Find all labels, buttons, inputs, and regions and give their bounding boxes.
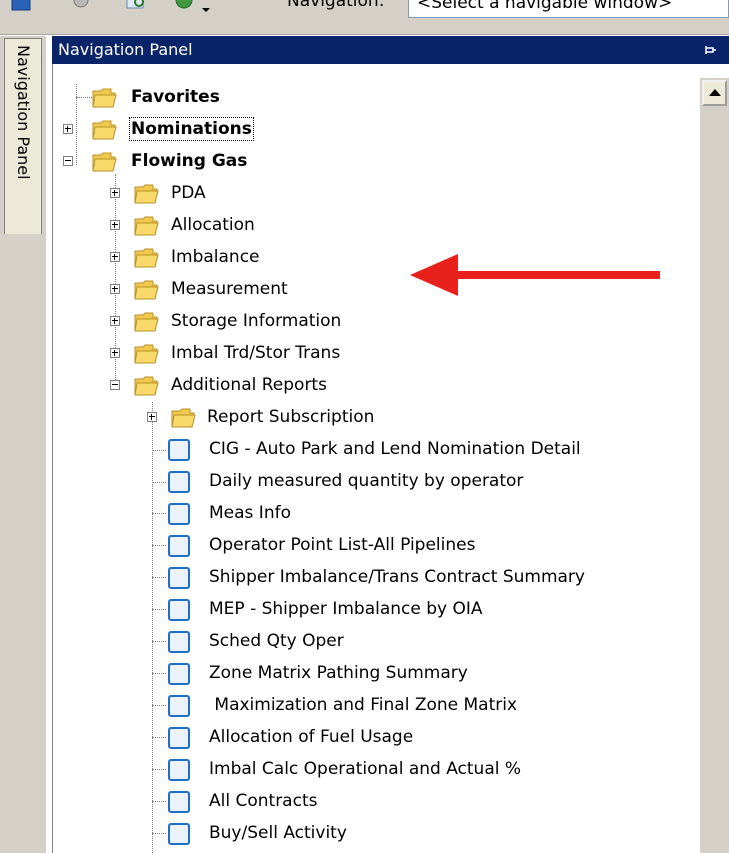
tree-item-label: PDA <box>171 183 206 203</box>
folder-icon <box>134 216 159 236</box>
tree-item-pda[interactable]: PDA <box>53 180 693 210</box>
search-icon[interactable] <box>125 0 147 14</box>
navigation-tree: Favorites Nominations Flowing Gas PDA Al… <box>52 64 729 853</box>
folder-icon <box>171 408 196 428</box>
report-item[interactable]: Sched Qty Oper <box>53 628 693 658</box>
red-arrow-annotation <box>410 254 660 296</box>
report-icon <box>168 823 190 845</box>
tree-item-label: Nominations <box>129 117 254 141</box>
report-item[interactable]: Maximization and Final Zone Matrix <box>53 692 693 722</box>
expand-toggle[interactable] <box>147 412 157 422</box>
report-item[interactable]: Shipper Imbalance/Trans Contract Summary <box>53 564 693 594</box>
report-icon <box>168 759 190 781</box>
globe-icon[interactable] <box>175 0 197 14</box>
report-label: CIG - Auto Park and Lend Nomination Deta… <box>209 439 581 459</box>
navigation-panel-tab[interactable]: Navigation Panel <box>4 38 42 234</box>
tree-item-storage-information[interactable]: Storage Information <box>53 308 693 338</box>
expand-toggle[interactable] <box>110 188 120 198</box>
report-item[interactable]: Operator Point List-All Pipelines <box>53 532 693 562</box>
report-label: MEP - Shipper Imbalance by OIA <box>209 599 483 619</box>
report-item[interactable]: Imbal Calc Operational and Actual % <box>53 756 693 786</box>
folder-icon <box>134 248 159 268</box>
report-icon <box>168 599 190 621</box>
gear-icon[interactable] <box>70 0 92 14</box>
tree-item-label: Flowing Gas <box>131 151 248 171</box>
tree-item-label: Favorites <box>131 87 220 107</box>
report-label: Zone Matrix Pathing Summary <box>209 663 468 683</box>
expand-toggle[interactable] <box>110 316 120 326</box>
report-icon <box>168 567 190 589</box>
report-item[interactable]: Zone Matrix Pathing Summary <box>53 660 693 690</box>
panel-title: Navigation Panel <box>58 40 193 59</box>
tree-item-favorites[interactable]: Favorites <box>53 84 693 114</box>
dropdown-arrow-icon[interactable] <box>200 0 212 14</box>
panel-header: Navigation Panel <box>52 36 729 64</box>
report-item[interactable]: Meas Info <box>53 500 693 530</box>
tree-item-flowing-gas[interactable]: Flowing Gas <box>53 148 693 178</box>
report-icon <box>168 631 190 653</box>
report-label: Imbal Calc Operational and Actual % <box>209 759 522 779</box>
report-label: Allocation of Fuel Usage <box>209 727 414 747</box>
tree-item-report-subscription[interactable]: Report Subscription <box>53 404 693 434</box>
expand-toggle[interactable] <box>110 252 120 262</box>
navigation-label: Navigation: <box>287 0 385 11</box>
toolbar: Navigation: <Select a navigable window> <box>0 0 729 35</box>
folder-icon <box>134 312 159 332</box>
report-icon <box>168 663 190 685</box>
report-label: Operator Point List-All Pipelines <box>209 535 476 555</box>
folder-icon <box>92 120 117 140</box>
expand-toggle[interactable] <box>110 284 120 294</box>
report-icon <box>168 503 190 525</box>
window-icon[interactable] <box>10 0 32 14</box>
report-icon <box>168 791 190 813</box>
report-icon <box>168 535 190 557</box>
tree-item-label: Allocation <box>171 215 255 235</box>
tree-item-label: Imbalance <box>171 247 260 267</box>
tree-item-label: Storage Information <box>171 311 342 331</box>
report-item[interactable]: CIG - Auto Park and Lend Nomination Deta… <box>53 436 693 466</box>
folder-open-icon <box>134 376 159 396</box>
tree-item-label: Additional Reports <box>171 375 327 395</box>
report-label: Meas Info <box>209 503 291 523</box>
tree-item-allocation[interactable]: Allocation <box>53 212 693 242</box>
report-label: Sched Qty Oper <box>209 631 344 651</box>
tree-item-imbal-trd-stor-trans[interactable]: Imbal Trd/Stor Trans <box>53 340 693 370</box>
navigation-panel-tab-label: Navigation Panel <box>14 45 33 180</box>
tree-item-label: Imbal Trd/Stor Trans <box>171 343 341 363</box>
report-label: Daily measured quantity by operator <box>209 471 524 491</box>
report-label: Shipper Imbalance/Trans Contract Summary <box>209 567 585 587</box>
folder-icon <box>134 184 159 204</box>
tree-item-label: Measurement <box>171 279 288 299</box>
report-label: Buy/Sell Activity <box>209 823 347 843</box>
pin-icon[interactable] <box>703 43 717 57</box>
report-label: All Contracts <box>209 791 318 811</box>
collapse-toggle[interactable] <box>110 380 120 390</box>
folder-open-icon <box>92 152 117 172</box>
expand-toggle[interactable] <box>110 348 120 358</box>
expand-toggle[interactable] <box>63 124 73 134</box>
report-item[interactable]: Allocation of Fuel Usage <box>53 724 693 754</box>
folder-icon <box>134 344 159 364</box>
navigable-window-select[interactable]: <Select a navigable window> <box>408 0 729 18</box>
vertical-scrollbar[interactable] <box>700 78 729 853</box>
folder-icon <box>134 280 159 300</box>
report-label: Maximization and Final Zone Matrix <box>209 695 518 715</box>
report-icon <box>168 727 190 749</box>
tree-item-additional-reports[interactable]: Additional Reports <box>53 372 693 402</box>
tree-item-nominations[interactable]: Nominations <box>53 116 693 146</box>
report-icon <box>168 471 190 493</box>
report-item[interactable]: Buy/Sell Activity <box>53 820 693 850</box>
report-icon <box>168 695 190 717</box>
scroll-up-button[interactable] <box>702 80 727 106</box>
report-item[interactable]: All Contracts <box>53 788 693 818</box>
report-item[interactable]: Daily measured quantity by operator <box>53 468 693 498</box>
folder-icon <box>92 88 117 108</box>
report-item[interactable]: MEP - Shipper Imbalance by OIA <box>53 596 693 626</box>
tree-item-label: Report Subscription <box>207 407 375 427</box>
report-icon <box>168 439 190 461</box>
side-tab-strip: Navigation Panel <box>0 36 46 853</box>
expand-toggle[interactable] <box>110 220 120 230</box>
collapse-toggle[interactable] <box>63 156 73 166</box>
